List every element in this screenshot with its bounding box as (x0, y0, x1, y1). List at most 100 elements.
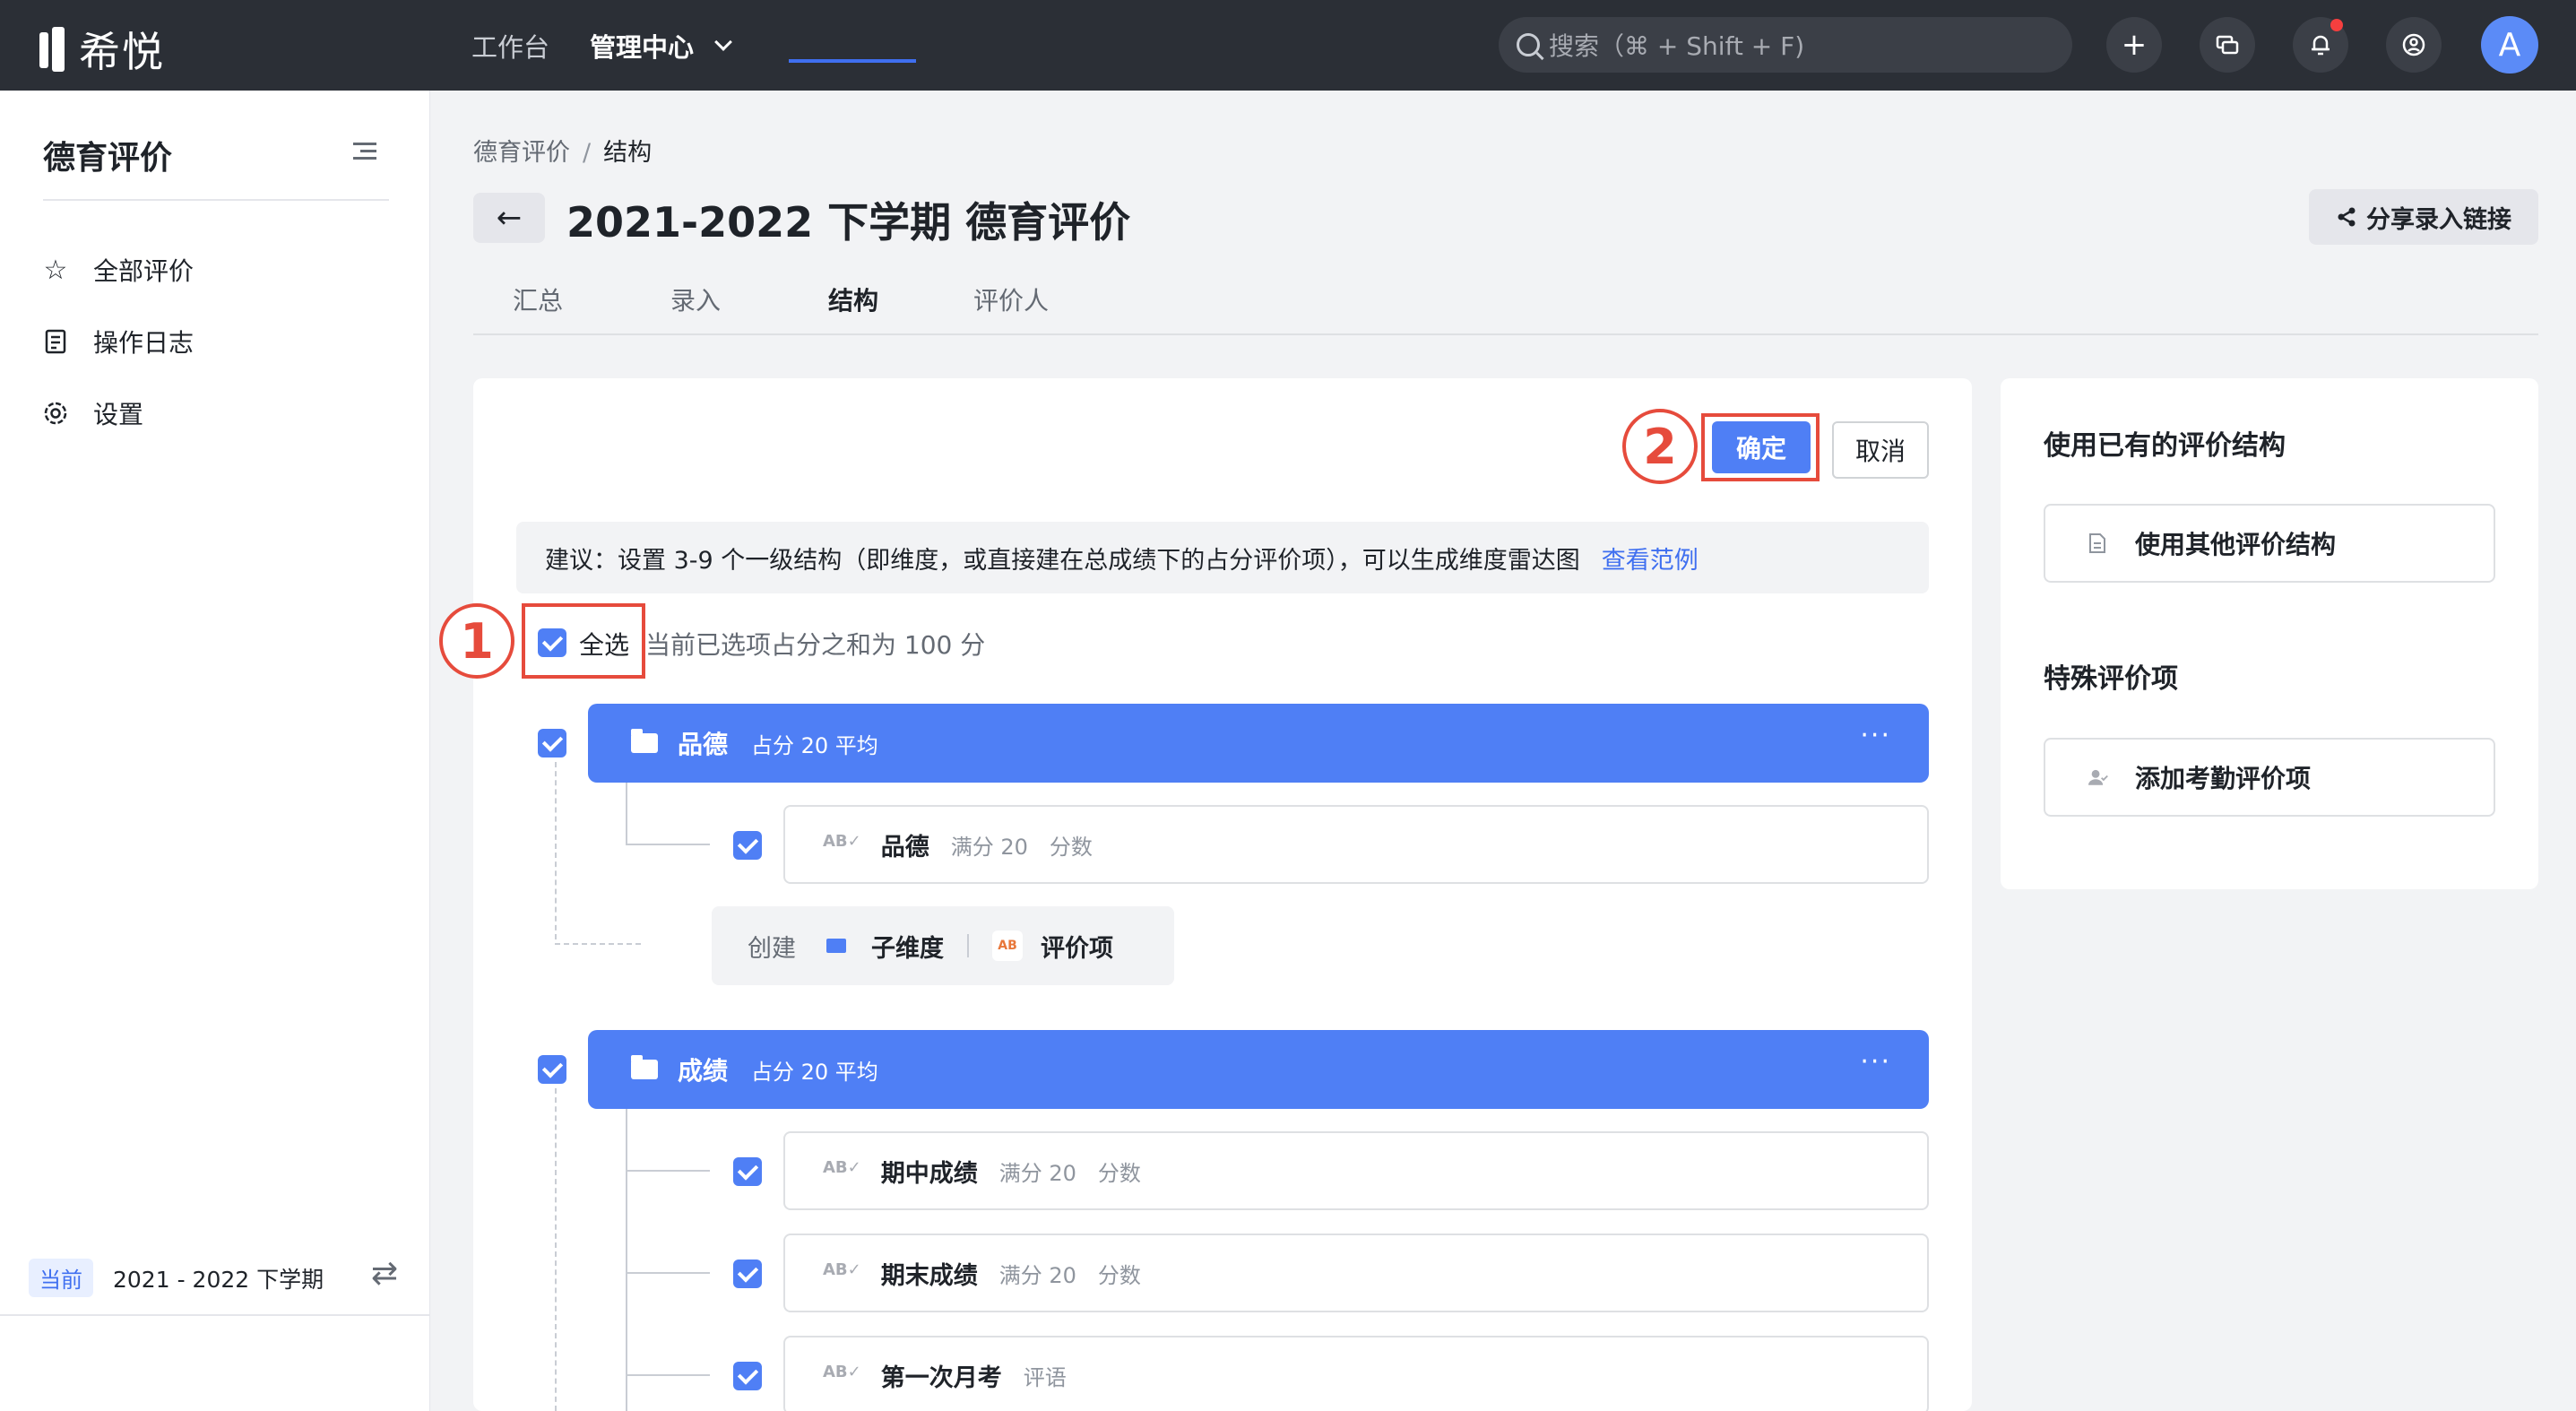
app-name: 希悦 (79, 28, 165, 76)
use-other-structure-label: 使用其他评价结构 (2135, 530, 2337, 559)
cancel-button[interactable]: 取消 (1832, 421, 1929, 479)
back-button[interactable]: ← (473, 193, 545, 243)
item-meta: 满分 20 (950, 834, 1028, 860)
annotation-marker-1: 1 (439, 603, 514, 679)
add-attendance-label: 添加考勤评价项 (2135, 764, 2312, 793)
top-bar: 希悦 工作台 管理中心 搜索（⌘ + Shift + F) + A (0, 0, 2576, 91)
confirm-button[interactable]: 确定 (1712, 421, 1811, 473)
score-item-icon: AB✓ (823, 831, 861, 851)
notification-dot (2330, 19, 2343, 31)
dimension-bar[interactable]: 成绩 占分 20 平均 ··· (588, 1030, 1929, 1109)
select-all-checkbox[interactable] (538, 628, 566, 657)
sidebar-item-all-evaluations[interactable]: ☆ 全部评价 (41, 252, 194, 288)
dimension-name: 成绩 (678, 1056, 729, 1086)
item-checkbox[interactable] (733, 1362, 762, 1390)
logo-mark-icon (39, 27, 72, 72)
collapse-sidebar-icon[interactable] (353, 141, 376, 160)
more-icon[interactable]: ··· (1860, 1046, 1891, 1078)
item-type: 分数 (1097, 1160, 1141, 1186)
nav-admin-label: 管理中心 (590, 32, 695, 63)
tab-evaluators[interactable]: 评价人 (973, 281, 1049, 317)
item-meta: 满分 20 (998, 1160, 1076, 1186)
create-label: 创建 (748, 934, 796, 963)
breadcrumb-parent[interactable]: 德育评价 (473, 139, 570, 167)
eval-item-label: 评价项 (1041, 934, 1113, 963)
evaluation-item[interactable]: AB✓ 期中成绩 满分 20 分数 (783, 1131, 1929, 1210)
item-meta: 满分 20 (998, 1262, 1076, 1288)
selected-score-info: 当前已选项占分之和为 100 分 (645, 630, 986, 660)
active-tab-indicator (789, 59, 916, 63)
more-icon[interactable]: ··· (1860, 720, 1891, 751)
item-checkbox[interactable] (733, 1157, 762, 1186)
arrow-left-icon: ← (496, 200, 523, 236)
switch-term-icon[interactable]: ⇄ (371, 1255, 398, 1292)
chevron-down-icon (714, 33, 732, 51)
breadcrumb-current: 结构 (603, 139, 653, 167)
comment-item-icon: AB✓ (823, 1362, 861, 1381)
item-name: 期末成绩 (880, 1261, 978, 1290)
bell-icon[interactable] (2293, 17, 2348, 73)
sidebar-item-operation-log[interactable]: 操作日志 (41, 324, 194, 359)
share-icon (2336, 206, 2357, 228)
search-input[interactable]: 搜索（⌘ + Shift + F) (1499, 17, 2072, 73)
sidebar-divider (43, 199, 389, 201)
view-example-link[interactable]: 查看范例 (1602, 541, 1699, 576)
special-items-title: 特殊评价项 (2044, 663, 2178, 695)
tree-dashed-line (555, 943, 641, 945)
item-name: 期中成绩 (880, 1159, 978, 1188)
nav-workbench[interactable]: 工作台 (471, 27, 549, 65)
create-sub-dimension-button[interactable]: 子维度 (796, 929, 944, 964)
item-name: 品德 (880, 833, 929, 861)
sidebar: 德育评价 ☆ 全部评价 操作日志 设置 (0, 91, 430, 1411)
folder-icon (631, 729, 658, 753)
star-icon: ☆ (43, 254, 68, 286)
tab-structure[interactable]: 结构 (828, 281, 878, 317)
item-type: 评语 (1023, 1364, 1067, 1390)
dimension-meta: 占分 20 平均 (751, 732, 878, 758)
share-label: 分享录入链接 (2366, 205, 2511, 234)
tab-summary[interactable]: 汇总 (513, 281, 563, 317)
help-center-icon[interactable] (2386, 17, 2442, 73)
chat-icon[interactable] (2200, 17, 2255, 73)
item-checkbox[interactable] (733, 831, 762, 860)
tree-dashed-line (555, 762, 557, 939)
eval-item-icon: AB (992, 931, 1023, 961)
suggestion-tip: 建议：设置 3-9 个一级结构（即维度，或直接建在总成绩下的占分评价项），可以生… (516, 522, 1929, 593)
add-icon[interactable]: + (2106, 17, 2162, 73)
share-link-button[interactable]: 分享录入链接 (2309, 189, 2538, 245)
sidebar-footer-divider (0, 1314, 430, 1316)
evaluation-item[interactable]: AB✓ 第一次月考 评语 (783, 1336, 1929, 1411)
sidebar-item-settings[interactable]: 设置 (41, 395, 143, 431)
dimension-checkbox[interactable] (538, 1055, 566, 1084)
divider (967, 934, 969, 957)
item-name: 第一次月考 (880, 1363, 1002, 1392)
item-checkbox[interactable] (733, 1260, 762, 1288)
gear-icon (41, 399, 70, 428)
sub-dimension-label: 子维度 (871, 934, 944, 963)
add-attendance-item-button[interactable]: 添加考勤评价项 (2044, 738, 2495, 817)
folder-icon (631, 1055, 658, 1079)
item-type: 分数 (1097, 1262, 1141, 1288)
current-badge: 当前 (29, 1259, 93, 1297)
use-other-structure-button[interactable]: 使用其他评价结构 (2044, 504, 2495, 583)
dimension-meta: 占分 20 平均 (751, 1059, 878, 1085)
user-check-icon (2088, 766, 2108, 789)
tab-entry[interactable]: 录入 (670, 281, 721, 317)
sidebar-item-label: 操作日志 (93, 328, 194, 358)
breadcrumb-sep: / (583, 139, 592, 167)
tree-dashed-line (555, 1088, 557, 1411)
score-item-icon: AB✓ (823, 1157, 861, 1177)
item-type: 分数 (1049, 834, 1093, 860)
tree-line (626, 783, 627, 844)
existing-structure-title: 使用已有的评价结构 (2044, 430, 2286, 462)
tree-line (626, 1170, 710, 1172)
nav-admin[interactable]: 管理中心 (590, 27, 732, 65)
dimension-bar[interactable]: 品德 占分 20 平均 ··· (588, 704, 1929, 783)
create-eval-item-button[interactable]: AB 评价项 (992, 929, 1113, 964)
app-logo[interactable]: 希悦 (39, 20, 165, 79)
avatar[interactable]: A (2481, 16, 2538, 74)
dimension-checkbox[interactable] (538, 729, 566, 757)
evaluation-item[interactable]: AB✓ 品德 满分 20 分数 (783, 805, 1929, 884)
tree-line (626, 844, 710, 845)
evaluation-item[interactable]: AB✓ 期末成绩 满分 20 分数 (783, 1234, 1929, 1312)
